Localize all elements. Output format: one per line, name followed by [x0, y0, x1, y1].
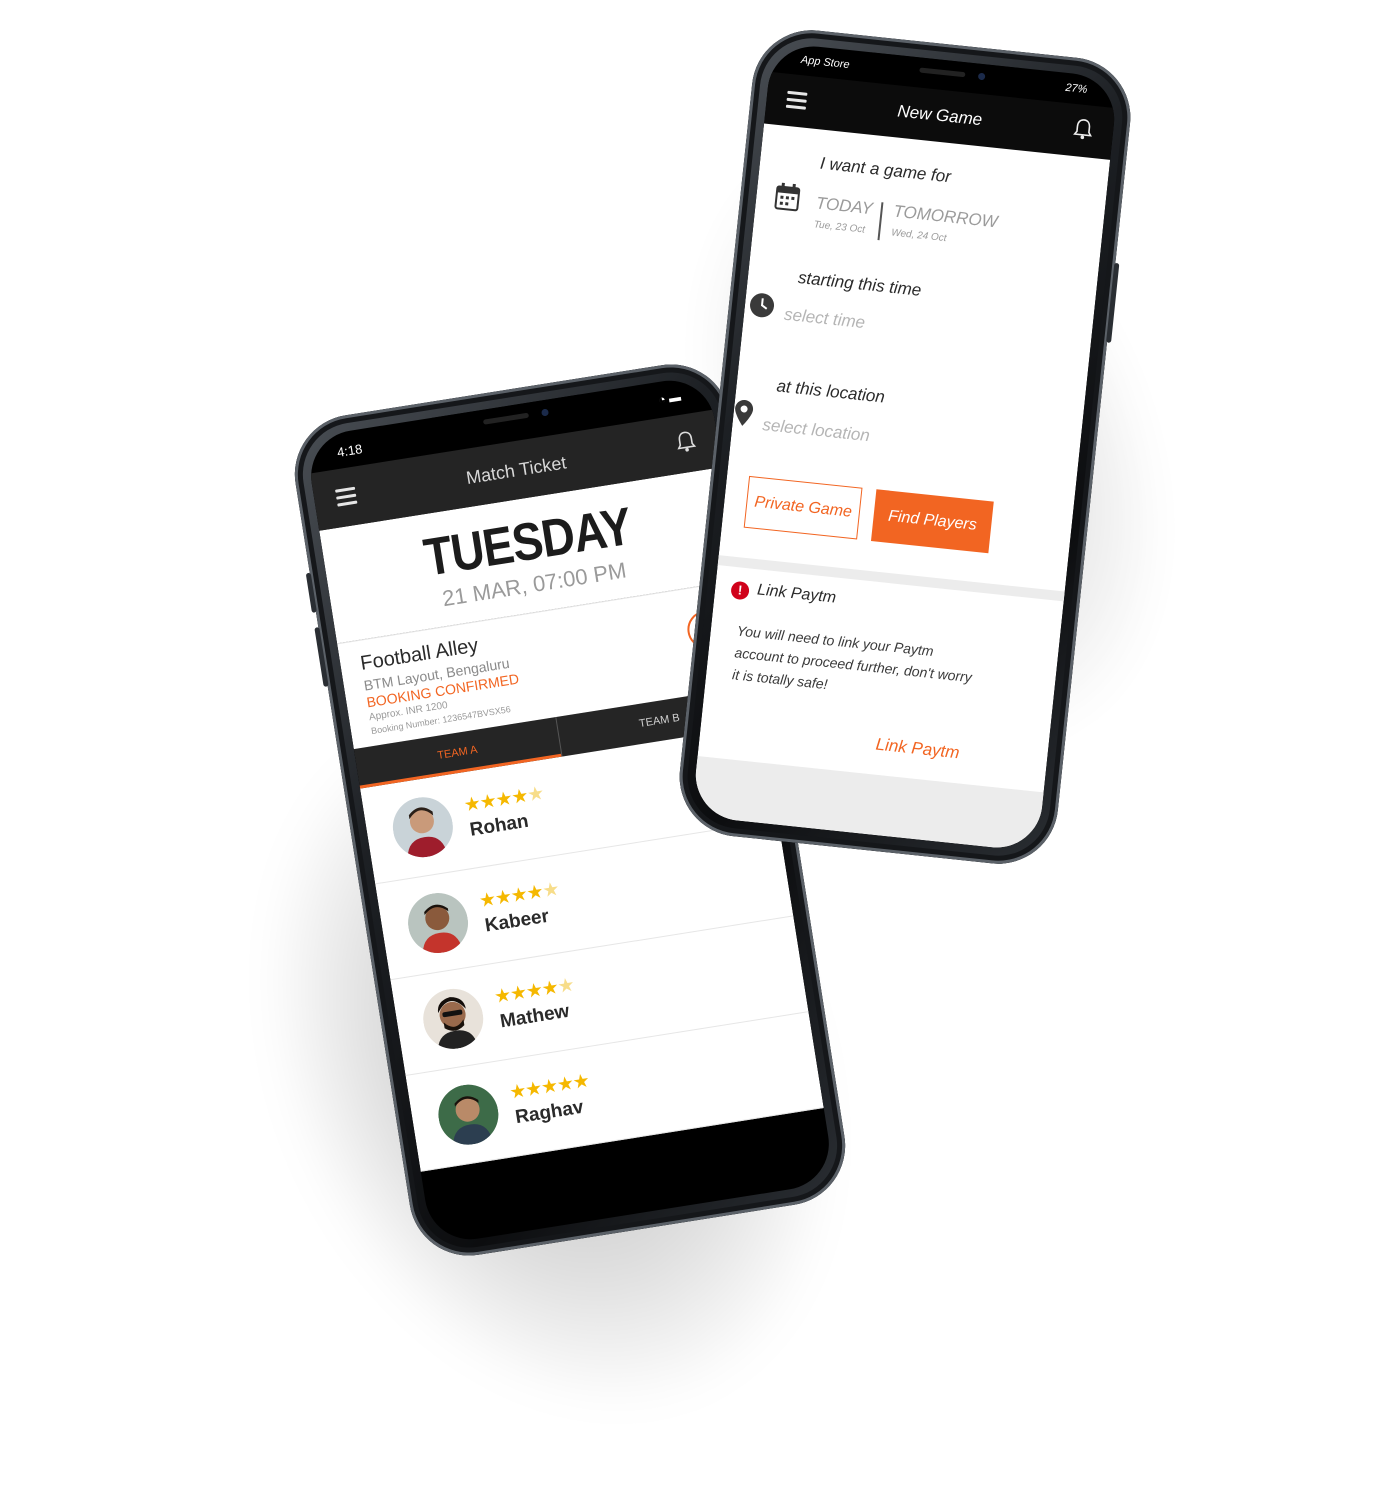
option-today-label: TODAY — [815, 193, 874, 219]
status-battery: 27% — [1064, 81, 1088, 97]
clock-icon — [747, 291, 776, 325]
wifi-battery-icon: ◔ ▬ — [657, 389, 682, 408]
volume-button — [305, 572, 317, 613]
when-title: I want a game for — [819, 153, 952, 187]
time-select[interactable]: select time — [783, 305, 866, 333]
screen: App Store 27% New Game I want a game for… — [691, 41, 1119, 853]
link-paytm-button[interactable]: Link Paytm — [875, 735, 961, 764]
bell-icon[interactable] — [674, 429, 697, 454]
location-select[interactable]: select location — [761, 415, 871, 446]
option-today[interactable]: TODAY Tue, 23 Oct — [813, 193, 874, 236]
power-button — [1106, 262, 1120, 343]
paytm-title: Link Paytm — [756, 581, 837, 607]
avatar — [388, 792, 458, 862]
paytm-message: You will need to link your Paytm account… — [731, 622, 973, 693]
location-title: at this location — [775, 376, 886, 407]
rating-stars: ★★★★★ — [477, 878, 561, 913]
avatar — [418, 984, 488, 1054]
location-pin-icon — [732, 398, 755, 433]
phone-new-game: App Store 27% New Game I want a game for… — [673, 24, 1137, 870]
alert-icon: ! — [730, 580, 750, 601]
private-game-button[interactable]: Private Game — [743, 475, 863, 540]
volume-button — [314, 626, 329, 688]
time-title: starting this time — [797, 267, 923, 300]
find-players-button[interactable]: Find Players — [870, 489, 994, 554]
option-tomorrow[interactable]: TOMORROW Wed, 24 Oct — [891, 202, 999, 250]
new-game-form: I want a game for TODAY Tue, 23 Oct TOMO… — [691, 123, 1111, 853]
status-back-app[interactable]: App Store — [800, 54, 850, 71]
rating-stars: ★★★★★ — [462, 783, 545, 817]
status-time: 4:18 — [336, 441, 364, 460]
avatar — [403, 888, 473, 958]
calendar-icon — [772, 181, 802, 219]
bell-icon[interactable] — [1072, 117, 1094, 141]
avatar — [434, 1080, 503, 1149]
option-tomorrow-label: TOMORROW — [892, 201, 999, 232]
divider — [877, 202, 884, 241]
option-today-date: Tue, 23 Oct — [813, 219, 866, 236]
